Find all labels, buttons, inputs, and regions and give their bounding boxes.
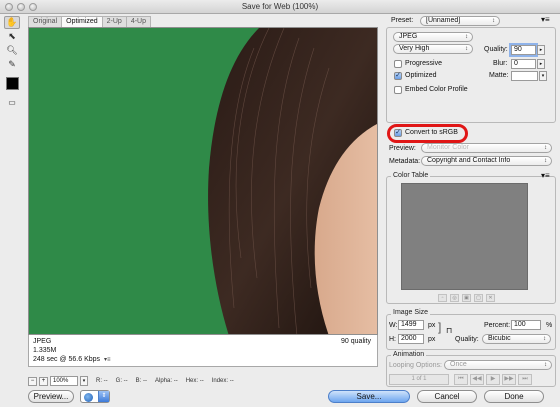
- download-speed-menu-icon[interactable]: ▾≡: [104, 357, 111, 363]
- percent-label: Percent:: [484, 322, 511, 329]
- delete-color-icon[interactable]: ✕: [486, 294, 495, 302]
- resample-quality-label: Quality:: [455, 336, 479, 343]
- format-readout: JPEG: [33, 338, 52, 345]
- format-select[interactable]: JPEG: [393, 32, 473, 42]
- looping-options-label: Looping Options:: [389, 362, 442, 369]
- animation-title: Animation: [391, 351, 427, 358]
- preview-photo: [29, 28, 377, 334]
- play-button[interactable]: ▶: [486, 374, 500, 385]
- quality-label: Quality:: [484, 46, 508, 53]
- progressive-label: Progressive: [405, 60, 442, 67]
- quality-readout: 90 quality: [341, 338, 371, 345]
- save-button[interactable]: Save...: [328, 390, 410, 403]
- cancel-button[interactable]: Cancel: [417, 390, 477, 403]
- annotation-highlight-circle: [387, 124, 468, 143]
- color-table-toolbar: ▫ ◎ ▣ ▢ ✕: [438, 294, 495, 302]
- last-frame-button[interactable]: ⏭: [518, 374, 532, 385]
- constrain-bracket: ]: [438, 320, 442, 334]
- green-readout: G: --: [115, 378, 128, 384]
- frame-counter: 1 of 1: [389, 374, 449, 385]
- resample-quality-select[interactable]: Bicubic: [482, 334, 551, 344]
- width-input[interactable]: 1499: [398, 320, 424, 330]
- hand-tool-icon[interactable]: ✋: [4, 16, 20, 29]
- zoom-in-button[interactable]: +: [39, 376, 48, 386]
- preview-in-browser-button[interactable]: Preview...: [28, 390, 74, 403]
- preview-info-bar: JPEG 1.335M 248 sec @ 56.6 Kbps ▾≡ 90 qua…: [28, 335, 378, 367]
- first-frame-button[interactable]: ⏮: [454, 374, 468, 385]
- zoom-level-field[interactable]: 100%: [50, 376, 78, 386]
- optimized-label: Optimized: [405, 72, 437, 79]
- matte-color-select[interactable]: [511, 71, 538, 81]
- tab-4-up[interactable]: 4-Up: [125, 16, 152, 27]
- blur-slider-button[interactable]: ▸: [537, 59, 545, 69]
- looping-options-select[interactable]: Once: [444, 360, 552, 370]
- done-button[interactable]: Done: [484, 390, 544, 403]
- download-time-readout: 248 sec @ 56.6 Kbps: [33, 356, 101, 363]
- color-table-title: Color Table: [391, 172, 431, 179]
- zoom-out-button[interactable]: −: [28, 376, 37, 386]
- height-unit: px: [428, 336, 436, 343]
- red-readout: R: --: [96, 378, 108, 384]
- blue-readout: B: --: [135, 378, 148, 384]
- view-tabs: Original Optimized 2-Up 4-Up: [28, 16, 152, 27]
- alpha-readout: Alpha: --: [155, 378, 178, 384]
- blur-label: Blur:: [493, 60, 508, 67]
- browser-select[interactable]: ⇕: [80, 390, 110, 403]
- previous-frame-button[interactable]: ◀◀: [470, 374, 484, 385]
- status-bar: − + 100% ▾ R: -- G: -- B: -- Alpha: -- H…: [28, 375, 378, 387]
- width-label: W:: [389, 322, 398, 329]
- tab-original[interactable]: Original: [28, 16, 63, 27]
- preset-menu-icon[interactable]: ▾≡: [541, 15, 550, 24]
- eyedropper-color-swatch[interactable]: [6, 77, 19, 90]
- browser-icon: [84, 393, 93, 402]
- web-shift-icon[interactable]: ◎: [450, 294, 459, 302]
- tab-2-up[interactable]: 2-Up: [101, 16, 127, 27]
- percent-unit: %: [546, 322, 553, 329]
- embed-profile-label: Embed Color Profile: [405, 86, 468, 93]
- toggle-slices-icon[interactable]: ▭: [4, 96, 20, 109]
- metadata-select[interactable]: Copyright and Contact Info: [421, 156, 552, 166]
- height-label: H:: [389, 336, 396, 343]
- preset-select[interactable]: [Unnamed]: [420, 16, 500, 26]
- link-proportions-icon[interactable]: ⊓: [446, 326, 452, 335]
- color-table[interactable]: [401, 183, 528, 290]
- compression-quality-select[interactable]: Very High: [393, 44, 473, 54]
- preview-color-label: Preview:: [389, 145, 416, 152]
- quality-input[interactable]: 90: [511, 45, 536, 55]
- zoom-level-menu[interactable]: ▾: [80, 376, 88, 386]
- hex-readout: Hex: --: [185, 378, 204, 384]
- preview-color-select[interactable]: Monitor Color: [421, 143, 552, 153]
- height-input[interactable]: 2000: [398, 334, 424, 344]
- slice-select-icon[interactable]: ⬉: [4, 30, 20, 43]
- filesize-readout: 1.335M: [33, 347, 57, 354]
- matte-label: Matte:: [489, 72, 509, 79]
- image-size-title: Image Size: [391, 309, 431, 316]
- index-readout: Index: --: [211, 378, 234, 384]
- metadata-label: Metadata:: [389, 158, 421, 165]
- color-table-menu-icon[interactable]: ▾≡: [541, 171, 550, 180]
- blur-input[interactable]: 0: [511, 59, 536, 69]
- zoom-icon[interactable]: 🔍︎: [4, 44, 20, 57]
- map-color-icon[interactable]: ▫: [438, 294, 447, 302]
- width-unit: px: [428, 322, 436, 329]
- percent-input[interactable]: 100: [511, 320, 541, 330]
- tab-optimized[interactable]: Optimized: [61, 16, 103, 27]
- next-frame-button[interactable]: ▶▶: [502, 374, 516, 385]
- matte-menu-button[interactable]: ▾: [539, 71, 547, 81]
- lock-color-icon[interactable]: ▣: [462, 294, 471, 302]
- browser-menu-icon: ⇕: [98, 391, 109, 402]
- title-bar: Save for Web (100%): [0, 0, 560, 14]
- quality-slider-button[interactable]: ▸: [537, 45, 545, 55]
- embed-profile-checkbox[interactable]: [394, 86, 402, 94]
- progressive-checkbox[interactable]: [394, 60, 402, 68]
- image-preview[interactable]: [28, 27, 378, 335]
- eyedropper-icon[interactable]: ✎: [4, 58, 20, 71]
- preset-label: Preset:: [391, 17, 414, 24]
- optimized-checkbox[interactable]: ✓: [394, 72, 402, 80]
- new-color-icon[interactable]: ▢: [474, 294, 483, 302]
- tool-strip: ✋ ⬉ 🔍︎ ✎ ▭: [2, 16, 22, 110]
- window-title: Save for Web (100%): [241, 2, 319, 11]
